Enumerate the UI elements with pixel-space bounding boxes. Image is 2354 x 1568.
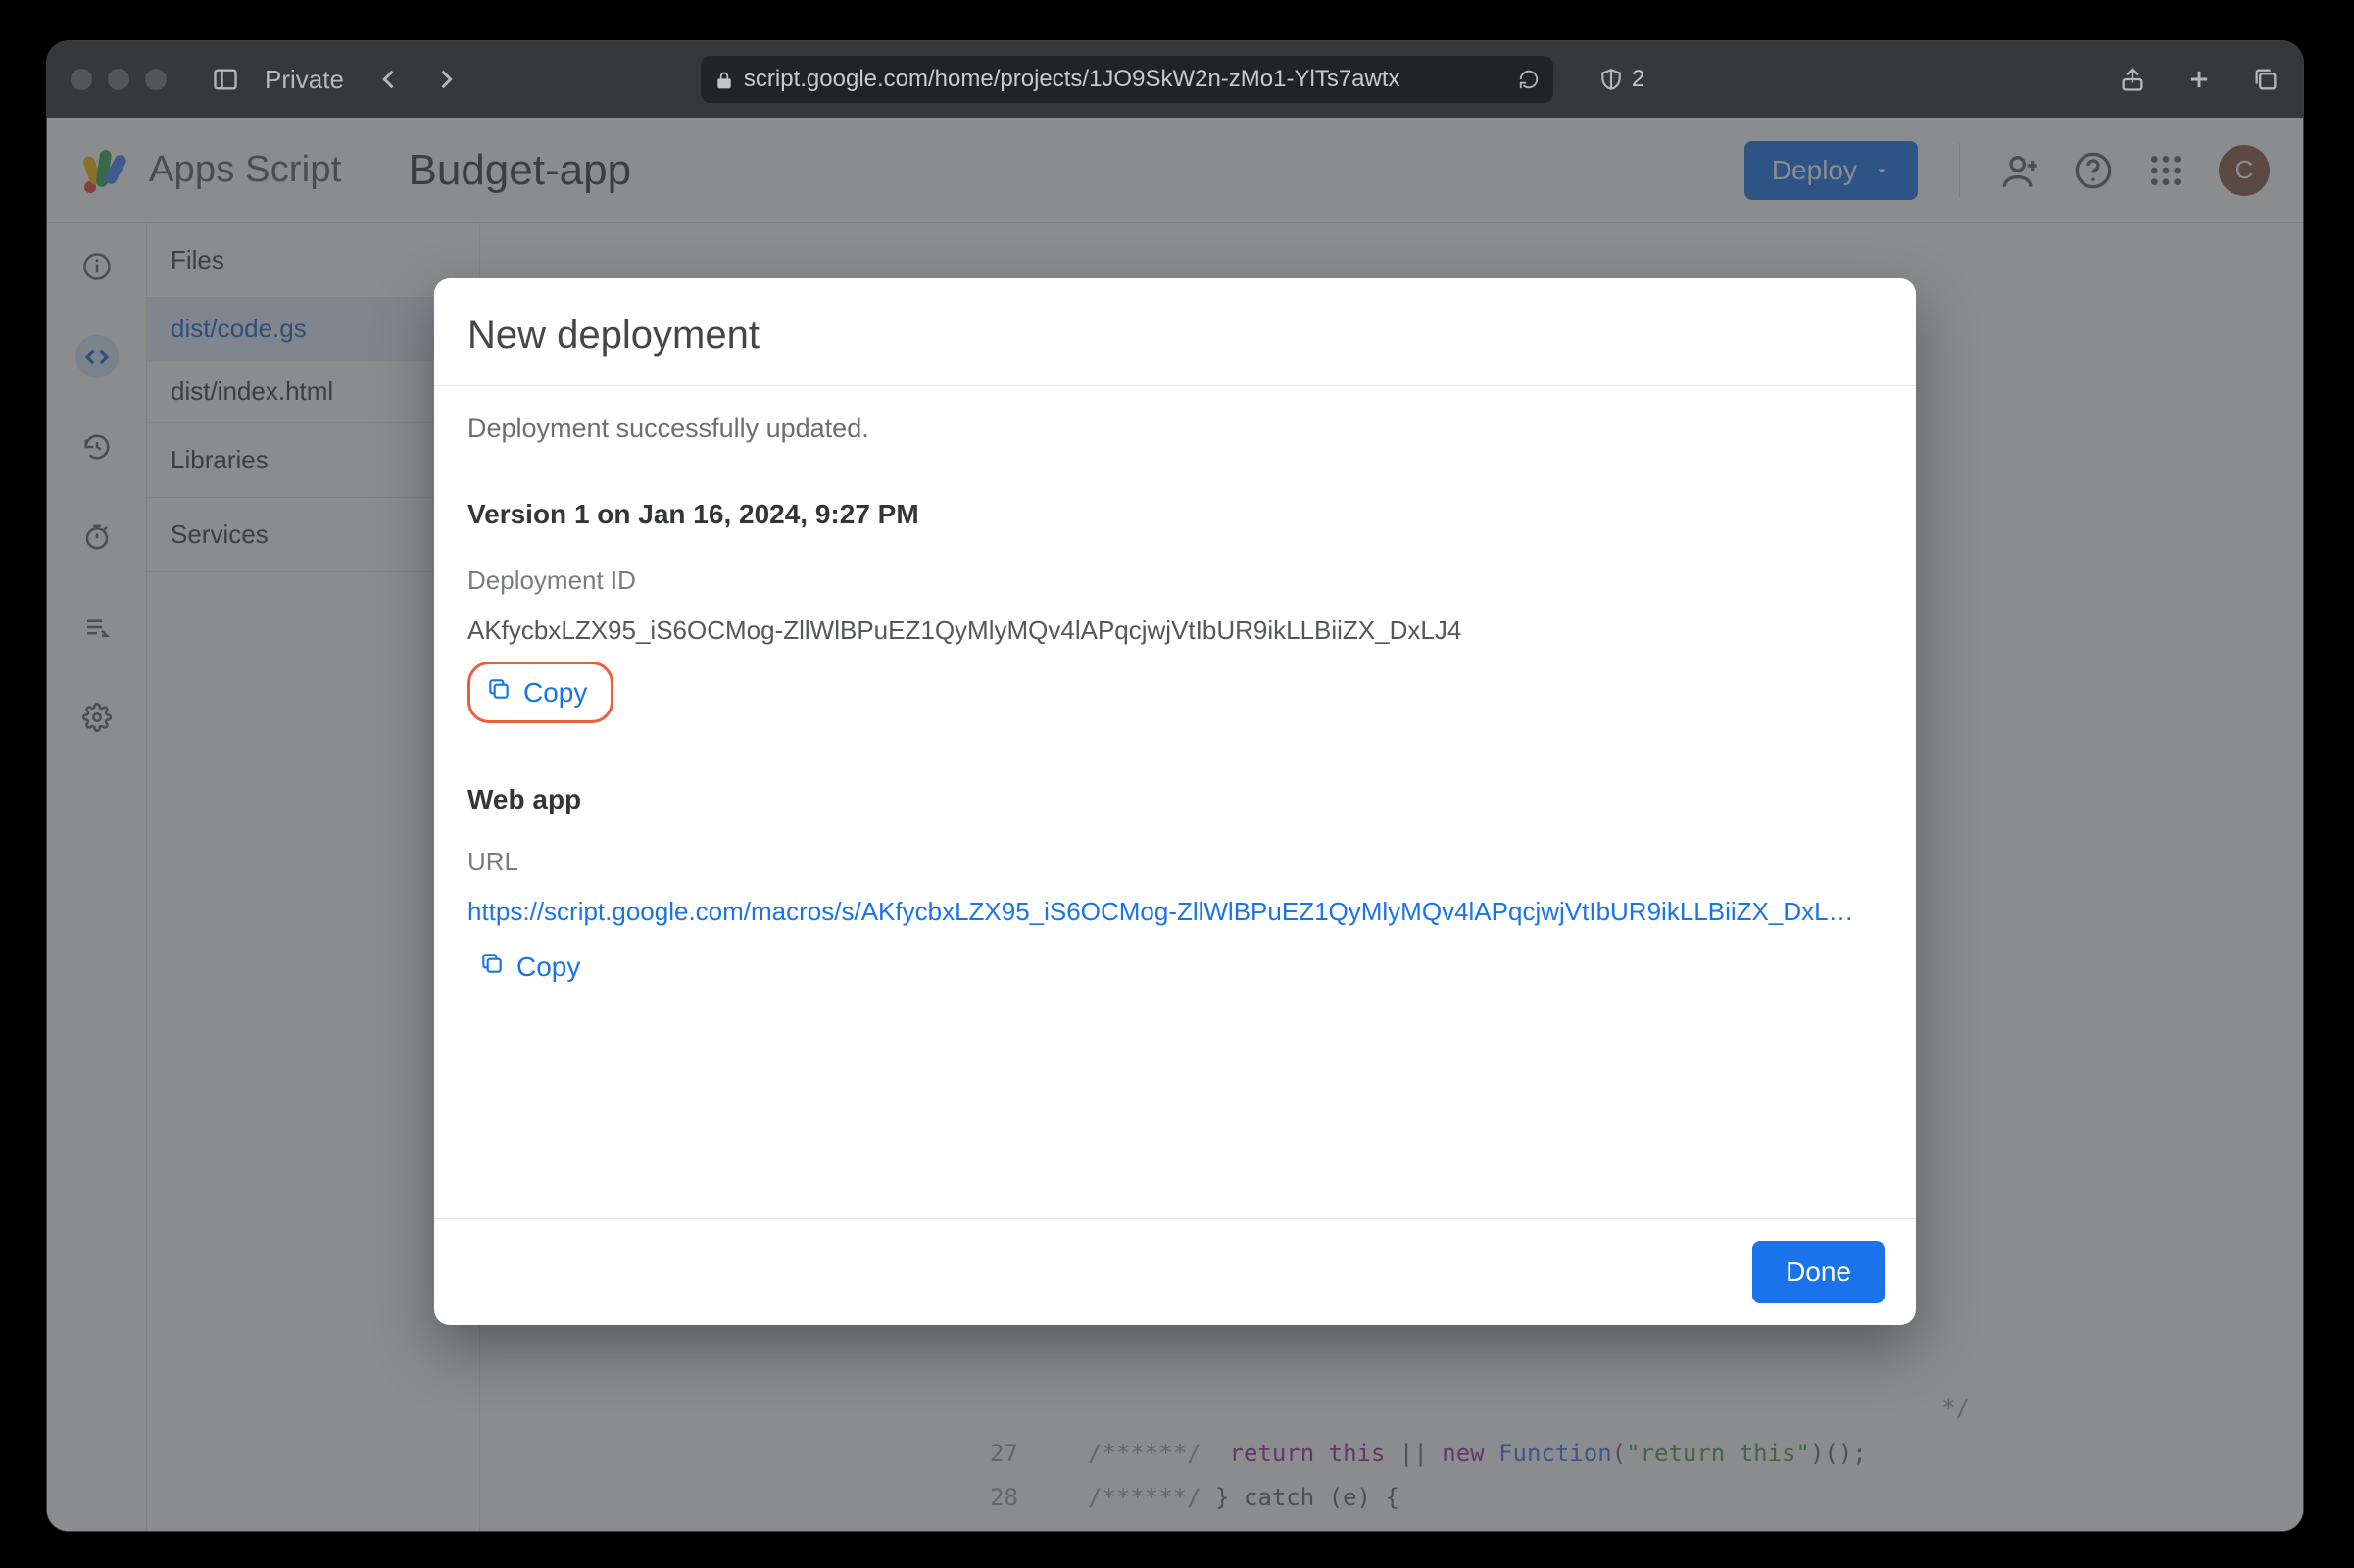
version-line: Version 1 on Jan 16, 2024, 9:27 PM: [467, 499, 1883, 530]
dialog-footer: Done: [434, 1218, 1916, 1325]
modal-backdrop[interactable]: New deployment Deployment successfully u…: [47, 118, 2303, 1531]
copy-label: Copy: [523, 677, 587, 709]
url-text: script.google.com/home/projects/1JO9SkW2…: [744, 66, 1508, 93]
dialog-title: New deployment: [434, 278, 1916, 385]
done-label: Done: [1786, 1256, 1851, 1287]
deployment-id-label: Deployment ID: [467, 565, 1883, 596]
shield-count: 2: [1632, 66, 1644, 93]
reload-icon[interactable]: [1518, 69, 1540, 90]
copy-highlight: Copy: [467, 662, 613, 723]
traffic-close[interactable]: [71, 69, 92, 90]
lock-icon: [714, 70, 734, 89]
status-message: Deployment successfully updated.: [467, 414, 1883, 444]
url-bar[interactable]: script.google.com/home/projects/1JO9SkW2…: [701, 56, 1553, 103]
browser-toolbar: Private script.google.com/home/projects/…: [47, 41, 2303, 118]
deployment-id-value: AKfycbxLZX95_iS6OCMog-ZllWlBPuEZ1QyMlyMQ…: [467, 615, 1883, 646]
copy-icon: [486, 676, 512, 709]
privacy-badge[interactable]: 2: [1598, 66, 1644, 93]
traffic-minimize[interactable]: [108, 69, 129, 90]
copy-url-button[interactable]: Copy: [467, 941, 600, 993]
sidebar-toggle-icon[interactable]: [212, 66, 239, 93]
done-button[interactable]: Done: [1752, 1241, 1885, 1303]
url-label: URL: [467, 847, 1883, 877]
browser-window: Private script.google.com/home/projects/…: [47, 41, 2303, 1531]
dialog-body: Deployment successfully updated. Version…: [434, 386, 1916, 1218]
web-app-title: Web app: [467, 784, 1883, 815]
private-label: Private: [265, 65, 344, 95]
web-app-url[interactable]: https://script.google.com/macros/s/AKfyc…: [467, 897, 1883, 927]
new-deployment-dialog: New deployment Deployment successfully u…: [434, 278, 1916, 1325]
forward-button[interactable]: [432, 66, 460, 93]
share-icon[interactable]: [2119, 66, 2146, 93]
tabs-icon[interactable]: [2252, 66, 2280, 93]
copy-deployment-id-button[interactable]: Copy: [474, 666, 607, 718]
traffic-zoom[interactable]: [145, 69, 167, 90]
new-tab-icon[interactable]: [2185, 66, 2213, 93]
apps-script-app: Apps Script Budget-app Deploy: [47, 118, 2303, 1531]
shield-icon: [1598, 67, 1624, 92]
copy-label: Copy: [516, 952, 580, 983]
window-controls: [71, 69, 167, 90]
copy-icon: [479, 951, 505, 983]
back-button[interactable]: [375, 66, 403, 93]
